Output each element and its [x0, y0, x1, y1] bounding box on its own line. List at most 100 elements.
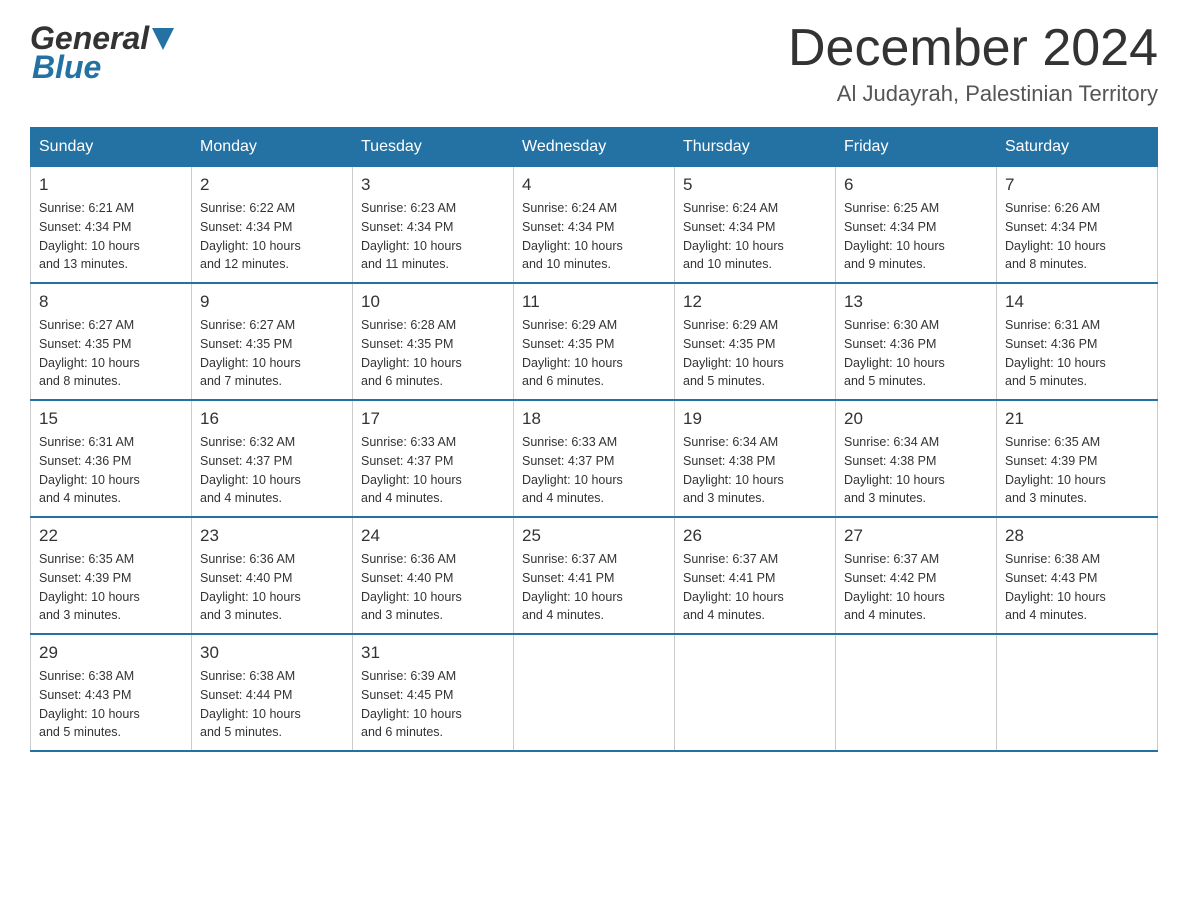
- day-number: 9: [200, 292, 344, 312]
- day-number: 28: [1005, 526, 1149, 546]
- calendar-cell: 16 Sunrise: 6:32 AMSunset: 4:37 PMDayligh…: [192, 400, 353, 517]
- day-info: Sunrise: 6:34 AMSunset: 4:38 PMDaylight:…: [844, 433, 988, 508]
- calendar-cell: 15 Sunrise: 6:31 AMSunset: 4:36 PMDayligh…: [31, 400, 192, 517]
- day-number: 31: [361, 643, 505, 663]
- calendar-cell: 23 Sunrise: 6:36 AMSunset: 4:40 PMDayligh…: [192, 517, 353, 634]
- week-row-2: 8Sunrise: 6:27 AMSunset: 4:35 PMDaylight…: [31, 283, 1158, 400]
- day-info: Sunrise: 6:37 AMSunset: 4:41 PMDaylight:…: [683, 550, 827, 625]
- day-number: 13: [844, 292, 988, 312]
- calendar-cell: 27 Sunrise: 6:37 AMSunset: 4:42 PMDayligh…: [836, 517, 997, 634]
- day-number: 27: [844, 526, 988, 546]
- week-row-5: 29Sunrise: 6:38 AMSunset: 4:43 PMDayligh…: [31, 634, 1158, 751]
- day-number: 5: [683, 175, 827, 195]
- day-info: Sunrise: 6:31 AMSunset: 4:36 PMDaylight:…: [1005, 316, 1149, 391]
- month-title: December 2024: [788, 20, 1158, 77]
- day-info: Sunrise: 6:33 AMSunset: 4:37 PMDaylight:…: [361, 433, 505, 508]
- day-number: 1: [39, 175, 183, 195]
- day-number: 3: [361, 175, 505, 195]
- day-info: Sunrise: 6:27 AMSunset: 4:35 PMDaylight:…: [200, 316, 344, 391]
- header-day-monday: Monday: [192, 128, 353, 167]
- calendar-cell: 5 Sunrise: 6:24 AMSunset: 4:34 PMDaylight…: [675, 167, 836, 284]
- calendar-cell: [836, 634, 997, 751]
- day-number: 22: [39, 526, 183, 546]
- header-day-thursday: Thursday: [675, 128, 836, 167]
- day-info: Sunrise: 6:21 AMSunset: 4:34 PMDaylight:…: [39, 199, 183, 274]
- calendar-cell: 30 Sunrise: 6:38 AMSunset: 4:44 PMDayligh…: [192, 634, 353, 751]
- header-day-sunday: Sunday: [31, 128, 192, 167]
- calendar-cell: 9 Sunrise: 6:27 AMSunset: 4:35 PMDaylight…: [192, 283, 353, 400]
- calendar-cell: 12Sunrise: 6:29 AMSunset: 4:35 PMDayligh…: [675, 283, 836, 400]
- week-row-4: 22 Sunrise: 6:35 AMSunset: 4:39 PMDayligh…: [31, 517, 1158, 634]
- header-day-wednesday: Wednesday: [514, 128, 675, 167]
- calendar-cell: 13Sunrise: 6:30 AMSunset: 4:36 PMDayligh…: [836, 283, 997, 400]
- calendar-cell: 4 Sunrise: 6:24 AMSunset: 4:34 PMDaylight…: [514, 167, 675, 284]
- day-info: Sunrise: 6:38 AMSunset: 4:43 PMDaylight:…: [1005, 550, 1149, 625]
- header-day-saturday: Saturday: [997, 128, 1158, 167]
- day-info: Sunrise: 6:24 AMSunset: 4:34 PMDaylight:…: [522, 199, 666, 274]
- calendar-cell: 24 Sunrise: 6:36 AMSunset: 4:40 PMDayligh…: [353, 517, 514, 634]
- day-info: Sunrise: 6:37 AMSunset: 4:42 PMDaylight:…: [844, 550, 988, 625]
- day-info: Sunrise: 6:31 AMSunset: 4:36 PMDaylight:…: [39, 433, 183, 508]
- day-info: Sunrise: 6:29 AMSunset: 4:35 PMDaylight:…: [683, 316, 827, 391]
- day-number: 17: [361, 409, 505, 429]
- calendar-cell: 21 Sunrise: 6:35 AMSunset: 4:39 PMDayligh…: [997, 400, 1158, 517]
- calendar-cell: 14Sunrise: 6:31 AMSunset: 4:36 PMDayligh…: [997, 283, 1158, 400]
- day-info: Sunrise: 6:34 AMSunset: 4:38 PMDaylight:…: [683, 433, 827, 508]
- calendar-header: SundayMondayTuesdayWednesdayThursdayFrid…: [31, 128, 1158, 167]
- day-info: Sunrise: 6:23 AMSunset: 4:34 PMDaylight:…: [361, 199, 505, 274]
- day-info: Sunrise: 6:38 AMSunset: 4:44 PMDaylight:…: [200, 667, 344, 742]
- day-number: 11: [522, 292, 666, 312]
- day-number: 25: [522, 526, 666, 546]
- week-row-1: 1 Sunrise: 6:21 AMSunset: 4:34 PMDaylight…: [31, 167, 1158, 284]
- day-number: 4: [522, 175, 666, 195]
- day-info: Sunrise: 6:24 AMSunset: 4:34 PMDaylight:…: [683, 199, 827, 274]
- day-info: Sunrise: 6:37 AMSunset: 4:41 PMDaylight:…: [522, 550, 666, 625]
- location-title: Al Judayrah, Palestinian Territory: [788, 81, 1158, 107]
- calendar-cell: 11Sunrise: 6:29 AMSunset: 4:35 PMDayligh…: [514, 283, 675, 400]
- calendar-cell: 28 Sunrise: 6:38 AMSunset: 4:43 PMDayligh…: [997, 517, 1158, 634]
- day-info: Sunrise: 6:33 AMSunset: 4:37 PMDaylight:…: [522, 433, 666, 508]
- day-number: 21: [1005, 409, 1149, 429]
- header-day-friday: Friday: [836, 128, 997, 167]
- calendar-cell: 18 Sunrise: 6:33 AMSunset: 4:37 PMDayligh…: [514, 400, 675, 517]
- day-info: Sunrise: 6:32 AMSunset: 4:37 PMDaylight:…: [200, 433, 344, 508]
- calendar-cell: 7Sunrise: 6:26 AMSunset: 4:34 PMDaylight…: [997, 167, 1158, 284]
- calendar-cell: 31Sunrise: 6:39 AMSunset: 4:45 PMDayligh…: [353, 634, 514, 751]
- day-info: Sunrise: 6:27 AMSunset: 4:35 PMDaylight:…: [39, 316, 183, 391]
- logo-triangle-icon: [152, 28, 174, 50]
- calendar-cell: 29Sunrise: 6:38 AMSunset: 4:43 PMDayligh…: [31, 634, 192, 751]
- calendar-cell: 2Sunrise: 6:22 AMSunset: 4:34 PMDaylight…: [192, 167, 353, 284]
- calendar-cell: 6 Sunrise: 6:25 AMSunset: 4:34 PMDaylight…: [836, 167, 997, 284]
- header-row: SundayMondayTuesdayWednesdayThursdayFrid…: [31, 128, 1158, 167]
- day-info: Sunrise: 6:25 AMSunset: 4:34 PMDaylight:…: [844, 199, 988, 274]
- day-info: Sunrise: 6:38 AMSunset: 4:43 PMDaylight:…: [39, 667, 183, 742]
- day-number: 20: [844, 409, 988, 429]
- calendar-cell: 3 Sunrise: 6:23 AMSunset: 4:34 PMDaylight…: [353, 167, 514, 284]
- day-number: 18: [522, 409, 666, 429]
- day-info: Sunrise: 6:28 AMSunset: 4:35 PMDaylight:…: [361, 316, 505, 391]
- day-info: Sunrise: 6:35 AMSunset: 4:39 PMDaylight:…: [1005, 433, 1149, 508]
- day-number: 19: [683, 409, 827, 429]
- calendar-cell: [997, 634, 1158, 751]
- week-row-3: 15 Sunrise: 6:31 AMSunset: 4:36 PMDayligh…: [31, 400, 1158, 517]
- logo: General Blue: [30, 20, 175, 86]
- calendar-cell: 8Sunrise: 6:27 AMSunset: 4:35 PMDaylight…: [31, 283, 192, 400]
- calendar-cell: 10Sunrise: 6:28 AMSunset: 4:35 PMDayligh…: [353, 283, 514, 400]
- title-section: December 2024 Al Judayrah, Palestinian T…: [788, 20, 1158, 107]
- day-info: Sunrise: 6:36 AMSunset: 4:40 PMDaylight:…: [200, 550, 344, 625]
- day-number: 30: [200, 643, 344, 663]
- calendar-table: SundayMondayTuesdayWednesdayThursdayFrid…: [30, 127, 1158, 752]
- day-info: Sunrise: 6:35 AMSunset: 4:39 PMDaylight:…: [39, 550, 183, 625]
- calendar-cell: [514, 634, 675, 751]
- header-day-tuesday: Tuesday: [353, 128, 514, 167]
- day-number: 15: [39, 409, 183, 429]
- day-number: 6: [844, 175, 988, 195]
- day-number: 24: [361, 526, 505, 546]
- day-number: 2: [200, 175, 344, 195]
- day-number: 23: [200, 526, 344, 546]
- logo-blue-text: Blue: [32, 49, 101, 86]
- day-info: Sunrise: 6:36 AMSunset: 4:40 PMDaylight:…: [361, 550, 505, 625]
- day-number: 26: [683, 526, 827, 546]
- day-number: 16: [200, 409, 344, 429]
- calendar-cell: 20 Sunrise: 6:34 AMSunset: 4:38 PMDayligh…: [836, 400, 997, 517]
